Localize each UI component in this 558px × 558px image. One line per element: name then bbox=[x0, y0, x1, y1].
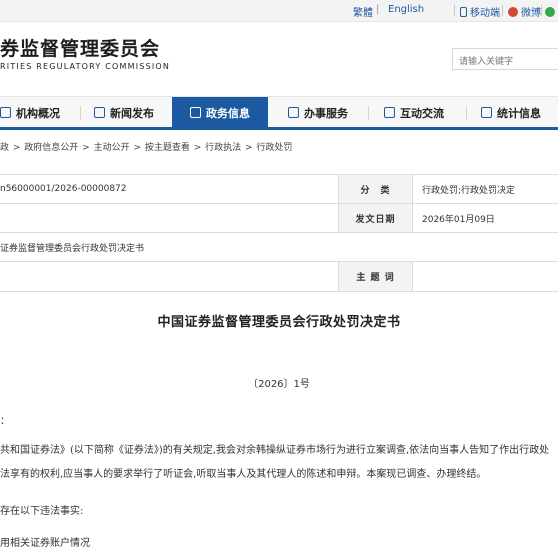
breadcrumb-item[interactable]: 行政执法 bbox=[205, 143, 241, 153]
weibo-link[interactable]: 微博 bbox=[508, 4, 541, 19]
services-icon bbox=[288, 107, 299, 118]
nav-divider bbox=[368, 106, 369, 120]
nav-item-government-info[interactable]: 政务信息 bbox=[172, 97, 268, 128]
mobile-label: 移动端 bbox=[470, 8, 500, 19]
subject-value bbox=[422, 262, 558, 291]
document-meta-table: n56000001/2026-00000872 分 类 行政处罚;行政处罚决定 … bbox=[0, 174, 558, 292]
nav-item-statistics[interactable]: 统计信息 bbox=[481, 97, 541, 128]
breadcrumb-separator: > bbox=[79, 143, 93, 153]
document-number: 〔2026〕1号 bbox=[248, 379, 310, 390]
breadcrumb-separator: > bbox=[10, 143, 24, 153]
date-value: 2026年01月09日 bbox=[422, 214, 495, 225]
meta-row: 证券监督管理委员会行政处罚决定书 bbox=[0, 233, 558, 262]
building-icon bbox=[0, 107, 11, 118]
english-link[interactable]: English bbox=[388, 4, 424, 15]
category-label: 分 类 bbox=[338, 175, 413, 203]
document-name: 证券监督管理委员会行政处罚决定书 bbox=[0, 243, 145, 254]
breadcrumb: 政 > 政府信息公开 > 主动公开 > 按主题查看 > 行政执法 > 行政处罚 bbox=[0, 140, 558, 160]
weibo-icon bbox=[508, 7, 518, 17]
nav-label: 机构概况 bbox=[16, 106, 60, 120]
site-title-cn[interactable]: 券监督管理委员会 bbox=[0, 34, 160, 61]
index-number: n56000001/2026-00000872 bbox=[0, 184, 127, 194]
document-title: 中国证券监督管理委员会行政处罚决定书 bbox=[157, 315, 401, 330]
top-utility-bar: 繁體 | English 移动端 微博 微 bbox=[0, 0, 558, 22]
meta-row: 主 题 词 bbox=[0, 262, 558, 292]
nav-label: 政务信息 bbox=[206, 106, 250, 120]
breadcrumb-item[interactable]: 政 bbox=[0, 143, 9, 153]
nav-divider bbox=[466, 106, 467, 120]
divider bbox=[502, 5, 503, 16]
breadcrumb-separator: > bbox=[130, 143, 144, 153]
nav-item-services[interactable]: 办事服务 bbox=[288, 97, 348, 128]
news-icon bbox=[94, 107, 105, 118]
nav-label: 办事服务 bbox=[304, 106, 348, 120]
language-separator: | bbox=[376, 4, 380, 15]
empty-cell bbox=[0, 204, 338, 232]
breadcrumb-item[interactable]: 按主题查看 bbox=[145, 143, 190, 153]
mobile-link[interactable]: 移动端 bbox=[460, 4, 500, 19]
search-input[interactable] bbox=[452, 48, 558, 70]
breadcrumb-item[interactable]: 政府信息公开 bbox=[24, 143, 78, 153]
nav-item-interaction[interactable]: 互动交流 bbox=[384, 97, 444, 128]
meta-row: 发文日期 2026年01月09日 bbox=[0, 204, 558, 233]
paragraph-2: 法享有的权利,应当事人的要求举行了听证会,听取当事人及其代理人的陈述和申辩。本案… bbox=[0, 469, 487, 480]
nav-label: 新闻发布 bbox=[110, 106, 154, 120]
paragraph-3: 存在以下违法事实: bbox=[0, 506, 84, 517]
main-nav: 机构概况 新闻发布 政务信息 办事服务 互动交流 统计信息 bbox=[0, 96, 558, 130]
chart-icon bbox=[481, 107, 492, 118]
breadcrumb-separator: > bbox=[242, 143, 256, 153]
nav-item-about[interactable]: 机构概况 bbox=[0, 97, 60, 128]
wechat-link[interactable]: 微 bbox=[545, 4, 558, 19]
breadcrumb-item[interactable]: 行政处罚 bbox=[256, 143, 292, 153]
nav-label: 统计信息 bbox=[497, 106, 541, 120]
nav-divider bbox=[80, 106, 81, 120]
mobile-icon bbox=[460, 7, 467, 17]
breadcrumb-item[interactable]: 主动公开 bbox=[94, 143, 130, 153]
subject-label: 主 题 词 bbox=[338, 262, 413, 291]
site-header: 券监督管理委员会 RITIES REGULATORY COMMISSION bbox=[0, 22, 558, 96]
nav-item-news[interactable]: 新闻发布 bbox=[94, 97, 154, 128]
divider bbox=[541, 5, 542, 16]
meta-row: n56000001/2026-00000872 分 类 行政处罚;行政处罚决定 bbox=[0, 175, 558, 204]
category-value: 行政处罚;行政处罚决定 bbox=[422, 185, 516, 196]
document-icon bbox=[190, 107, 201, 118]
paragraph-4: 用相关证券账户情况 bbox=[0, 538, 90, 549]
divider bbox=[454, 5, 455, 16]
nav-label: 互动交流 bbox=[400, 106, 444, 120]
empty-cell bbox=[0, 262, 338, 291]
weibo-label: 微博 bbox=[521, 8, 541, 19]
paragraph-mark: ： bbox=[0, 416, 10, 427]
date-label: 发文日期 bbox=[338, 204, 413, 232]
wechat-icon bbox=[545, 7, 555, 17]
breadcrumb-separator: > bbox=[190, 143, 205, 153]
paragraph-1: 共和国证券法》(以下简称《证券法》)的有关规定,我会对余韩操纵证券市场行为进行立… bbox=[0, 445, 550, 456]
chat-icon bbox=[384, 107, 395, 118]
traditional-chinese-link[interactable]: 繁體 bbox=[353, 4, 373, 19]
site-title-en: RITIES REGULATORY COMMISSION bbox=[0, 62, 171, 71]
